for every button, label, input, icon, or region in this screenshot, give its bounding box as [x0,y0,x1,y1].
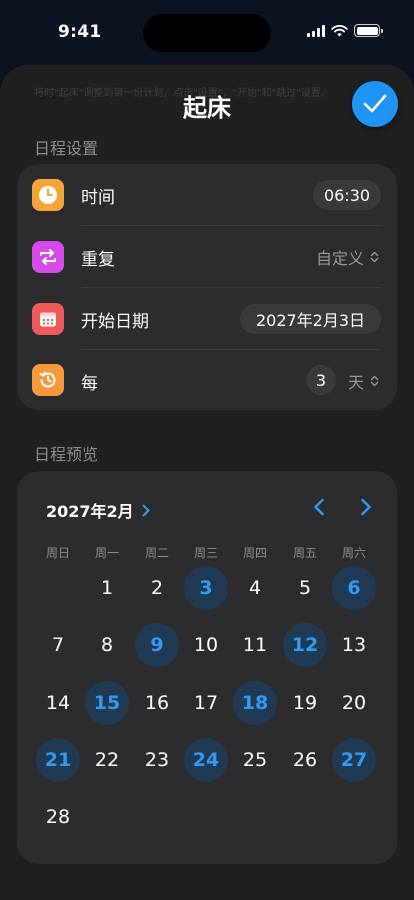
time-label: 时间 [81,187,115,208]
calendar-card: 2027年2月 周日 周一 周二 周三 周四 周五 周六 1 2 3 4 5 6 7 8 9 10 11 12 13 1… [17,471,397,864]
checkmark-icon [363,94,387,113]
calendar-day[interactable]: 23 [135,738,179,782]
schedule-preview-header: 日程预览 [34,445,99,464]
start-date-label: 开始日期 [81,311,149,332]
status-icons [307,24,383,37]
dynamic-island [143,14,271,52]
calendar-day-scheduled[interactable]: 12 [283,623,327,667]
start-date-row: 开始日期 2027年2月3日 [17,288,397,350]
chevron-right-icon [142,504,150,516]
time-picker[interactable]: 06:30 [313,180,381,210]
calendar-day[interactable]: 20 [332,681,376,725]
next-month-button[interactable] [354,495,378,519]
calendar-day[interactable]: 10 [184,623,228,667]
chevron-left-icon [314,498,324,516]
calendar-day-scheduled[interactable]: 21 [36,738,80,782]
repeat-value: 自定义 [315,249,364,268]
battery-icon [354,24,383,37]
calendar-day[interactable]: 2 [135,566,179,610]
calendar-day[interactable]: 14 [36,681,80,725]
month-selector[interactable]: 2027年2月 [46,498,150,522]
weekday-label: 周日 [45,546,70,560]
calendar-day-scheduled[interactable]: 6 [332,566,376,610]
weekday-label: 周三 [193,546,218,560]
interval-value[interactable]: 3 [306,365,336,395]
calendar-day[interactable]: 11 [233,623,277,667]
interval-unit-menu[interactable]: 天 [348,369,379,393]
schedule-settings-header: 日程设置 [34,139,99,158]
interval-label: 每 [81,373,98,394]
repeat-label: 重复 [81,249,115,270]
time-row: 时间 06:30 [17,164,397,226]
chevron-up-down-icon [370,251,379,263]
calendar-day[interactable]: 22 [85,738,129,782]
history-icon [32,364,64,396]
settings-card: 时间 06:30 重复 自定义 开始日期 2027年2月3日 每 3 天 [17,164,397,410]
calendar-day[interactable]: 13 [332,623,376,667]
calendar-day[interactable]: 16 [135,681,179,725]
interval-row: 每 3 天 [17,350,397,412]
calendar-day[interactable]: 25 [233,738,277,782]
calendar-day-scheduled[interactable]: 18 [233,681,277,725]
done-button[interactable] [352,81,398,127]
calendar-day[interactable]: 26 [283,738,327,782]
status-time: 9:41 [58,22,102,42]
weekday-label: 周四 [242,546,267,560]
repeat-menu[interactable]: 自定义 [316,245,379,269]
calendar-day[interactable]: 17 [184,681,228,725]
calendar-day[interactable]: 8 [85,623,129,667]
calendar-day-scheduled[interactable]: 15 [85,681,129,725]
calendar-day[interactable]: 7 [36,623,80,667]
calendar-day[interactable]: 5 [283,566,327,610]
weekday-label: 周二 [144,546,169,560]
chevron-right-icon [361,498,371,516]
weekday-label: 周一 [94,546,119,560]
status-bar: 9:41 [0,0,414,64]
repeat-row[interactable]: 重复 自定义 [17,226,397,288]
interval-unit: 天 [347,373,364,392]
previous-month-button[interactable] [307,495,331,519]
cellular-signal-icon [307,24,325,37]
calendar-day[interactable]: 28 [36,795,80,839]
calendar-day-scheduled[interactable]: 9 [135,623,179,667]
calendar-day[interactable]: 19 [283,681,327,725]
start-date-picker[interactable]: 2027年2月3日 [240,304,381,334]
wifi-icon [331,24,348,36]
calendar-day-scheduled[interactable]: 27 [332,738,376,782]
calendar-day-scheduled[interactable]: 24 [184,738,228,782]
calendar-day[interactable]: 1 [85,566,129,610]
month-title: 2027年2月 [46,502,134,521]
clock-icon [32,179,64,211]
calendar-day[interactable]: 4 [233,566,277,610]
chevron-up-down-icon [370,375,379,387]
calendar-day-scheduled[interactable]: 3 [184,566,228,610]
weekday-label: 周六 [341,546,366,560]
calendar-icon [32,303,64,335]
weekday-label: 周五 [292,546,317,560]
repeat-icon [32,241,64,273]
